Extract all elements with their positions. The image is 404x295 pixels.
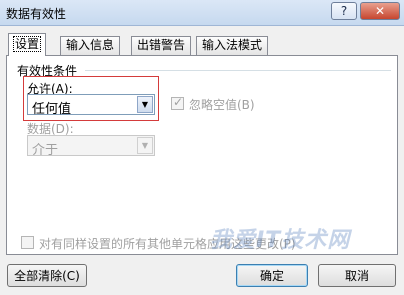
data-select[interactable]: 介于 ▼ [27,135,155,158]
close-button[interactable]: ✕ [360,2,400,20]
chevron-down-icon[interactable]: ▼ [137,96,153,113]
apply-all-checkbox[interactable] [21,236,34,249]
cancel-button[interactable]: 取消 [318,264,396,287]
apply-all-label: 对有同样设置的所有其他单元格应用这些更改(P) [39,237,296,251]
allow-select[interactable]: 任何值 ▼ [27,94,155,117]
allow-select-value: 任何值 [32,102,72,117]
data-select-value: 介于 [32,143,59,158]
tab-error-alert[interactable]: 出错警告 [131,36,192,55]
ok-button[interactable]: 确定 [236,264,308,287]
tab-input-message[interactable]: 输入信息 [60,36,121,55]
settings-panel: 有效性条件 允许(A): 任何值 ▼ ✓ 忽略空值(B) 数据(D): 介于 ▼… [6,55,398,255]
ignore-blank-checkbox[interactable]: ✓ [171,95,184,110]
dialog-body: 设置 输入信息 出错警告 输入法模式 有效性条件 允许(A): 任何值 ▼ ✓ … [0,26,404,295]
window-title: 数据有效性 [6,7,67,21]
section-divider [85,70,391,71]
close-icon: ✕ [374,4,386,18]
chevron-down-icon[interactable]: ▼ [137,137,153,154]
clear-all-button[interactable]: 全部清除(C) [7,264,87,287]
tab-settings[interactable]: 设置 [8,33,47,56]
tab-ime-mode[interactable]: 输入法模式 [196,36,269,55]
ignore-blank-label: 忽略空值(B) [189,98,255,112]
title-bar: 数据有效性 ? ✕ [0,0,404,26]
help-button[interactable]: ? [331,2,357,20]
help-icon: ? [340,4,348,18]
